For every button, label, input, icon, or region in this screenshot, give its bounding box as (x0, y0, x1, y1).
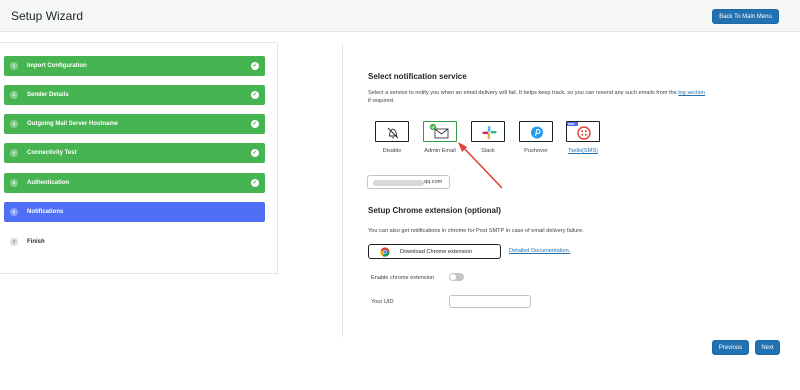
chrome-description: You can also get notifications in chrome… (368, 228, 584, 234)
notification-heading: Select notification service (368, 72, 467, 81)
enable-chrome-extension-toggle[interactable] (449, 273, 464, 281)
step-number: 1 (10, 62, 18, 70)
redacted-email-mask (373, 180, 424, 186)
step-label: Connectivity Test (27, 150, 77, 156)
service-pushover[interactable] (519, 121, 553, 142)
step-number: 2 (10, 91, 18, 99)
uid-label: Your UID (371, 299, 394, 305)
check-icon: ✓ (251, 179, 259, 187)
download-chrome-extension-label: Download Chrome extension (400, 249, 472, 255)
previous-button[interactable]: Previous (712, 340, 749, 355)
step-authentication[interactable]: 5 Authentication ✓ (4, 173, 265, 193)
pro-badge: PRO (568, 122, 575, 126)
log-section-link[interactable]: log section (678, 90, 705, 96)
service-label-pushover: Pushover (524, 148, 548, 154)
detailed-documentation-link[interactable]: Detailed Documentation. (509, 248, 570, 254)
step-import-configuration[interactable]: 1 Import Configuration ✓ (4, 56, 265, 76)
bell-off-icon (387, 127, 399, 139)
notification-description-text-2: if required. (368, 98, 395, 104)
step-outgoing-mail-server-hostname[interactable]: 3 Outgoing Mail Server Hostname ✓ (4, 114, 265, 134)
enable-chrome-extension-label: Enable chrome extension (371, 275, 435, 281)
service-disable[interactable] (375, 121, 409, 142)
notification-description-text: Select a service to notify you when an e… (368, 90, 677, 96)
check-icon: ✓ (251, 149, 259, 157)
step-notifications[interactable]: 6 Notifications (4, 202, 265, 222)
back-to-main-menu-button[interactable]: Back To Main Menu (712, 9, 779, 24)
service-twilio[interactable]: PRO (566, 121, 600, 142)
page-title: Setup Wizard (11, 9, 84, 23)
notification-description: Select a service to notify you when an e… (368, 89, 778, 105)
chrome-heading: Setup Chrome extension (optional) (368, 206, 501, 215)
step-number: 5 (10, 179, 18, 187)
check-icon: ✓ (251, 62, 259, 70)
step-label: Import Configuration (27, 63, 87, 69)
step-label: Finish (27, 239, 45, 245)
pushover-icon (531, 126, 543, 139)
panel-divider (342, 43, 343, 337)
chrome-icon (380, 247, 390, 257)
check-icon: ✓ (251, 120, 259, 128)
step-finish[interactable]: 7 Finish (4, 232, 265, 252)
service-label-twilio[interactable]: Twilio(SMS) (558, 148, 608, 154)
step-connectivity-test[interactable]: 4 Connectivity Test ✓ (4, 143, 265, 163)
step-label: Authentication (27, 180, 69, 186)
step-sender-details[interactable]: 2 Sender Details ✓ (4, 85, 265, 105)
admin-email-field[interactable]: qq.com (367, 175, 450, 189)
step-label: Notifications (27, 209, 64, 215)
step-number: 4 (10, 149, 18, 157)
download-chrome-extension-button[interactable]: Download Chrome extension (368, 244, 501, 259)
service-label-disable: Disable (382, 148, 402, 154)
step-number: 7 (10, 238, 18, 246)
step-number: 3 (10, 120, 18, 128)
step-label: Sender Details (27, 92, 69, 98)
check-icon: ✓ (251, 91, 259, 99)
steps-panel: 1 Import Configuration ✓ 2 Sender Detail… (0, 42, 278, 274)
step-label: Outgoing Mail Server Hostname (27, 121, 119, 127)
step-number: 6 (10, 208, 18, 216)
email-domain-text: qq.com (424, 179, 443, 185)
top-bar: Setup Wizard Back To Main Menu (0, 0, 800, 32)
toggle-knob (450, 274, 456, 280)
next-button[interactable]: Next (755, 340, 780, 355)
uid-input[interactable] (449, 295, 531, 308)
